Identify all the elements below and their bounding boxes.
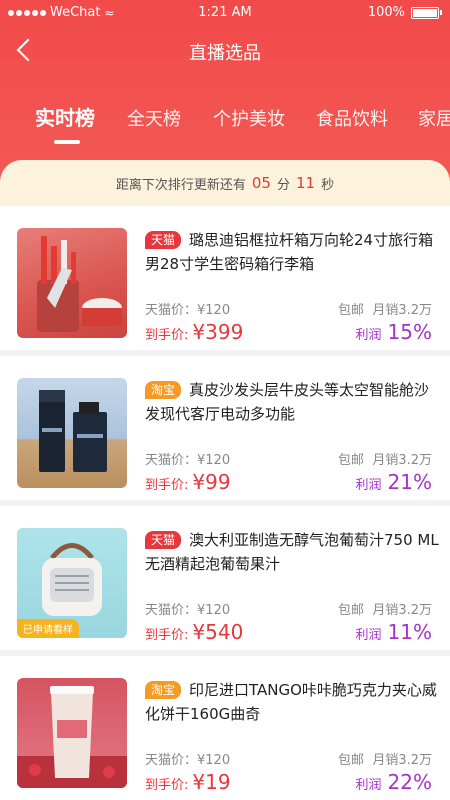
product-title: 淘宝 真皮沙发头层牛皮头等太空智能舱沙发现代客厅电动多功能 xyxy=(145,378,440,426)
applied-sample-badge: 已申请看样 xyxy=(17,619,79,638)
tmall-tag: 天猫 xyxy=(145,231,182,249)
monthly-sales: 月销3.2万 xyxy=(372,303,432,318)
profit-value: 11% xyxy=(387,620,432,644)
original-price-value: ¥120 xyxy=(197,753,231,768)
original-price-value: ¥120 xyxy=(197,603,231,618)
final-price-label: 到手价: xyxy=(145,778,189,793)
product-card[interactable]: 已申请看样 天猫 澳大利亚制造无醇气泡葡萄汁750 ML 无酒精起泡葡萄果汁 天猫… xyxy=(0,506,450,650)
product-card[interactable]: 天猫 璐思迪铝框拉杆箱万向轮24寸旅行箱男28寸学生密码箱行李箱 天猫价：¥120… xyxy=(0,206,450,350)
countdown-min-unit: 分 xyxy=(276,177,290,193)
original-price-label: 天猫价： xyxy=(145,303,198,318)
ranking-tabs: 实时榜 全天榜 个护美妆 食品饮料 家居 xyxy=(0,100,450,150)
status-bar: WeChat ≈ 1:21 AM 100% xyxy=(0,0,450,26)
monthly-sales: 月销3.2万 xyxy=(372,753,432,768)
free-shipping-label: 包邮 xyxy=(338,753,365,768)
final-price: 到手价: ¥540 xyxy=(145,620,243,644)
dior-sauvage-image[interactable] xyxy=(17,378,127,488)
free-shipping-label: 包邮 xyxy=(338,603,365,618)
shipping-sales: 包邮 月销3.2万 xyxy=(338,749,432,768)
profit-label: 利润 xyxy=(355,328,382,343)
battery-label: 100% xyxy=(367,5,405,20)
product-title: 天猫 澳大利亚制造无醇气泡葡萄汁750 ML 无酒精起泡葡萄果汁 xyxy=(145,528,440,576)
profit: 利润 22% xyxy=(356,770,432,794)
original-price-label: 天猫价： xyxy=(145,453,198,468)
final-price-label: 到手价: xyxy=(145,478,189,493)
final-price-value: ¥399 xyxy=(192,320,244,344)
taobao-tag: 淘宝 xyxy=(145,681,182,699)
shipping-sales: 包邮 月销3.2万 xyxy=(338,599,432,618)
final-price: 到手价: ¥399 xyxy=(145,320,243,344)
original-price-value: ¥120 xyxy=(197,303,231,318)
profit: 利润 11% xyxy=(356,620,432,644)
original-price-label: 天猫价： xyxy=(145,753,198,768)
milk-tea-image[interactable] xyxy=(17,678,127,788)
navigation-bar: 直播选品 xyxy=(0,30,450,70)
final-price-value: ¥99 xyxy=(192,470,231,494)
tab-realtime[interactable]: 实时榜 xyxy=(35,102,95,131)
free-shipping-label: 包邮 xyxy=(338,453,365,468)
original-price: 天猫价：¥120 xyxy=(145,299,230,318)
status-right: 100% xyxy=(368,5,442,20)
active-tab-indicator xyxy=(54,140,80,144)
knife-set-image[interactable] xyxy=(17,228,127,338)
original-price: 天猫价：¥120 xyxy=(145,449,230,468)
product-title-text: 璐思迪铝框拉杆箱万向轮24寸旅行箱男28寸学生密码箱行李箱 xyxy=(145,231,434,273)
final-price: 到手价: ¥99 xyxy=(145,470,231,494)
tmall-tag: 天猫 xyxy=(145,531,182,549)
product-title: 淘宝 印尼进口TANGO咔咔脆巧克力夹心威化饼干160G曲奇 xyxy=(145,678,440,726)
taobao-tag: 淘宝 xyxy=(145,381,182,399)
product-title-text: 澳大利亚制造无醇气泡葡萄汁750 ML 无酒精起泡葡萄果汁 xyxy=(145,531,439,573)
monthly-sales: 月销3.2万 xyxy=(372,603,432,618)
countdown-prefix: 距离下次排行更新还有 xyxy=(115,177,246,193)
original-price: 天猫价：¥120 xyxy=(145,599,230,618)
update-countdown: 距离下次排行更新还有 05 分 11 秒 xyxy=(0,160,450,206)
final-price-label: 到手价: xyxy=(145,328,189,343)
monthly-sales: 月销3.2万 xyxy=(372,453,432,468)
desk-fan-image[interactable]: 已申请看样 xyxy=(17,528,127,638)
original-price: 天猫价：¥120 xyxy=(145,749,230,768)
product-card[interactable]: 淘宝 印尼进口TANGO咔咔脆巧克力夹心威化饼干160G曲奇 天猫价：¥120 包… xyxy=(0,656,450,800)
profit-value: 21% xyxy=(387,470,432,494)
profit-value: 22% xyxy=(387,770,432,794)
page-title: 直播选品 xyxy=(189,43,261,64)
product-title-text: 印尼进口TANGO咔咔脆巧克力夹心威化饼干160G曲奇 xyxy=(145,681,437,723)
countdown-minutes: 05 xyxy=(251,174,271,192)
original-price-label: 天猫价： xyxy=(145,603,198,618)
battery-icon xyxy=(411,6,439,19)
product-title: 天猫 璐思迪铝框拉杆箱万向轮24寸旅行箱男28寸学生密码箱行李箱 xyxy=(145,228,440,276)
shipping-sales: 包邮 月销3.2万 xyxy=(338,299,432,318)
final-price-value: ¥19 xyxy=(192,770,231,794)
countdown-sec-unit: 秒 xyxy=(321,177,335,193)
profit: 利润 15% xyxy=(356,320,432,344)
tab-all-day[interactable]: 全天榜 xyxy=(127,105,181,131)
profit-label: 利润 xyxy=(355,628,382,643)
final-price-value: ¥540 xyxy=(192,620,244,644)
tab-home[interactable]: 家居 xyxy=(418,105,450,131)
product-title-text: 真皮沙发头层牛皮头等太空智能舱沙发现代客厅电动多功能 xyxy=(145,381,430,423)
profit-label: 利润 xyxy=(355,478,382,493)
tab-personal-care[interactable]: 个护美妆 xyxy=(213,105,285,131)
tab-food-drinks[interactable]: 食品饮料 xyxy=(316,105,388,131)
free-shipping-label: 包邮 xyxy=(338,303,365,318)
shipping-sales: 包邮 月销3.2万 xyxy=(338,449,432,468)
battery-tip xyxy=(440,10,442,15)
profit: 利润 21% xyxy=(356,470,432,494)
product-card[interactable]: 淘宝 真皮沙发头层牛皮头等太空智能舱沙发现代客厅电动多功能 天猫价：¥120 包邮… xyxy=(0,356,450,500)
final-price: 到手价: ¥19 xyxy=(145,770,231,794)
profit-label: 利润 xyxy=(355,778,382,793)
final-price-label: 到手价: xyxy=(145,628,189,643)
countdown-seconds: 11 xyxy=(296,174,316,192)
original-price-value: ¥120 xyxy=(197,453,231,468)
profit-value: 15% xyxy=(387,320,432,344)
